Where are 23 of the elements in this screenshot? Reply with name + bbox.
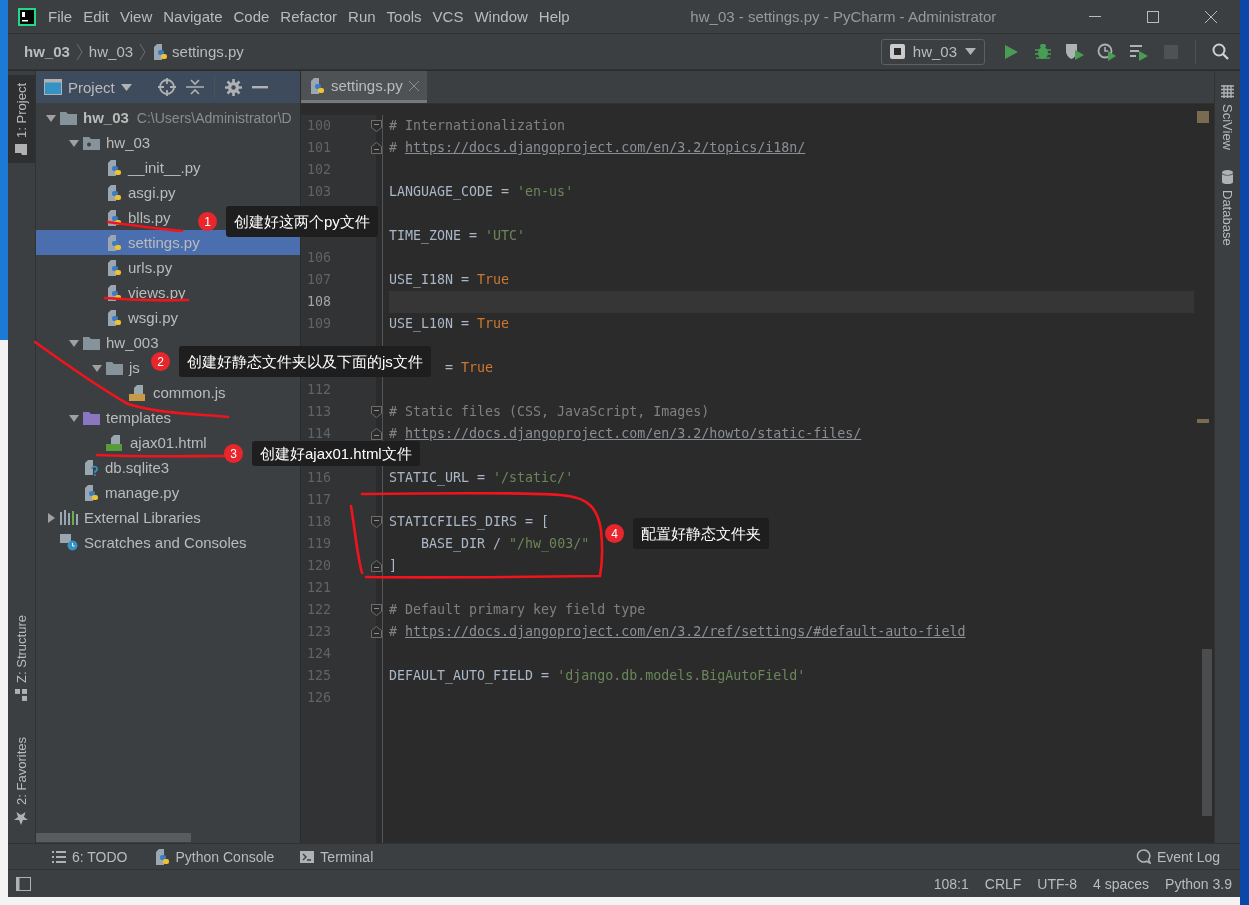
annotation-tooltip: 创建好这两个py文件	[226, 206, 378, 237]
code-comment: #	[389, 426, 398, 441]
project-path: C:\Users\Administrator\D	[136, 109, 292, 126]
code-comment: #	[389, 624, 398, 639]
annotation-tooltip: 创建好ajax01.html文件	[252, 441, 420, 466]
code-line: = True	[445, 359, 494, 377]
code-line: USE_L10N = True	[389, 315, 510, 334]
annotation-tooltip: 配置好静态文件夹	[633, 518, 769, 549]
code-line: STATICFILES_DIRS = [	[389, 513, 550, 532]
code-line: # Internationalization	[389, 117, 566, 135]
code-comment: #	[389, 140, 398, 155]
code-line: ]	[389, 557, 397, 575]
code-line: USE_I18N = True	[389, 271, 510, 290]
code-line: BASE_DIR / "/hw_003/"	[420, 535, 590, 554]
code-line: DEFAULT_AUTO_FIELD = 'django.db.models.BigAutoField'	[389, 667, 806, 686]
line-number: 108	[305, 293, 331, 311]
code-line: TIME_ZONE = 'UTC'	[389, 227, 526, 246]
code-line: # Static files (CSS, JavaScript, Images)	[389, 403, 710, 421]
code-line: STATIC_URL = '/static/'	[389, 469, 574, 488]
code-line: # Default primary key field type	[389, 601, 646, 619]
window-title: hw_03 - settings.py - PyCharm - Administrator	[689, 8, 998, 25]
annotation-tooltip: 创建好静态文件夹以及下面的js文件	[179, 346, 431, 377]
code-line: LANGUAGE_CODE = 'en-us'	[389, 183, 574, 202]
